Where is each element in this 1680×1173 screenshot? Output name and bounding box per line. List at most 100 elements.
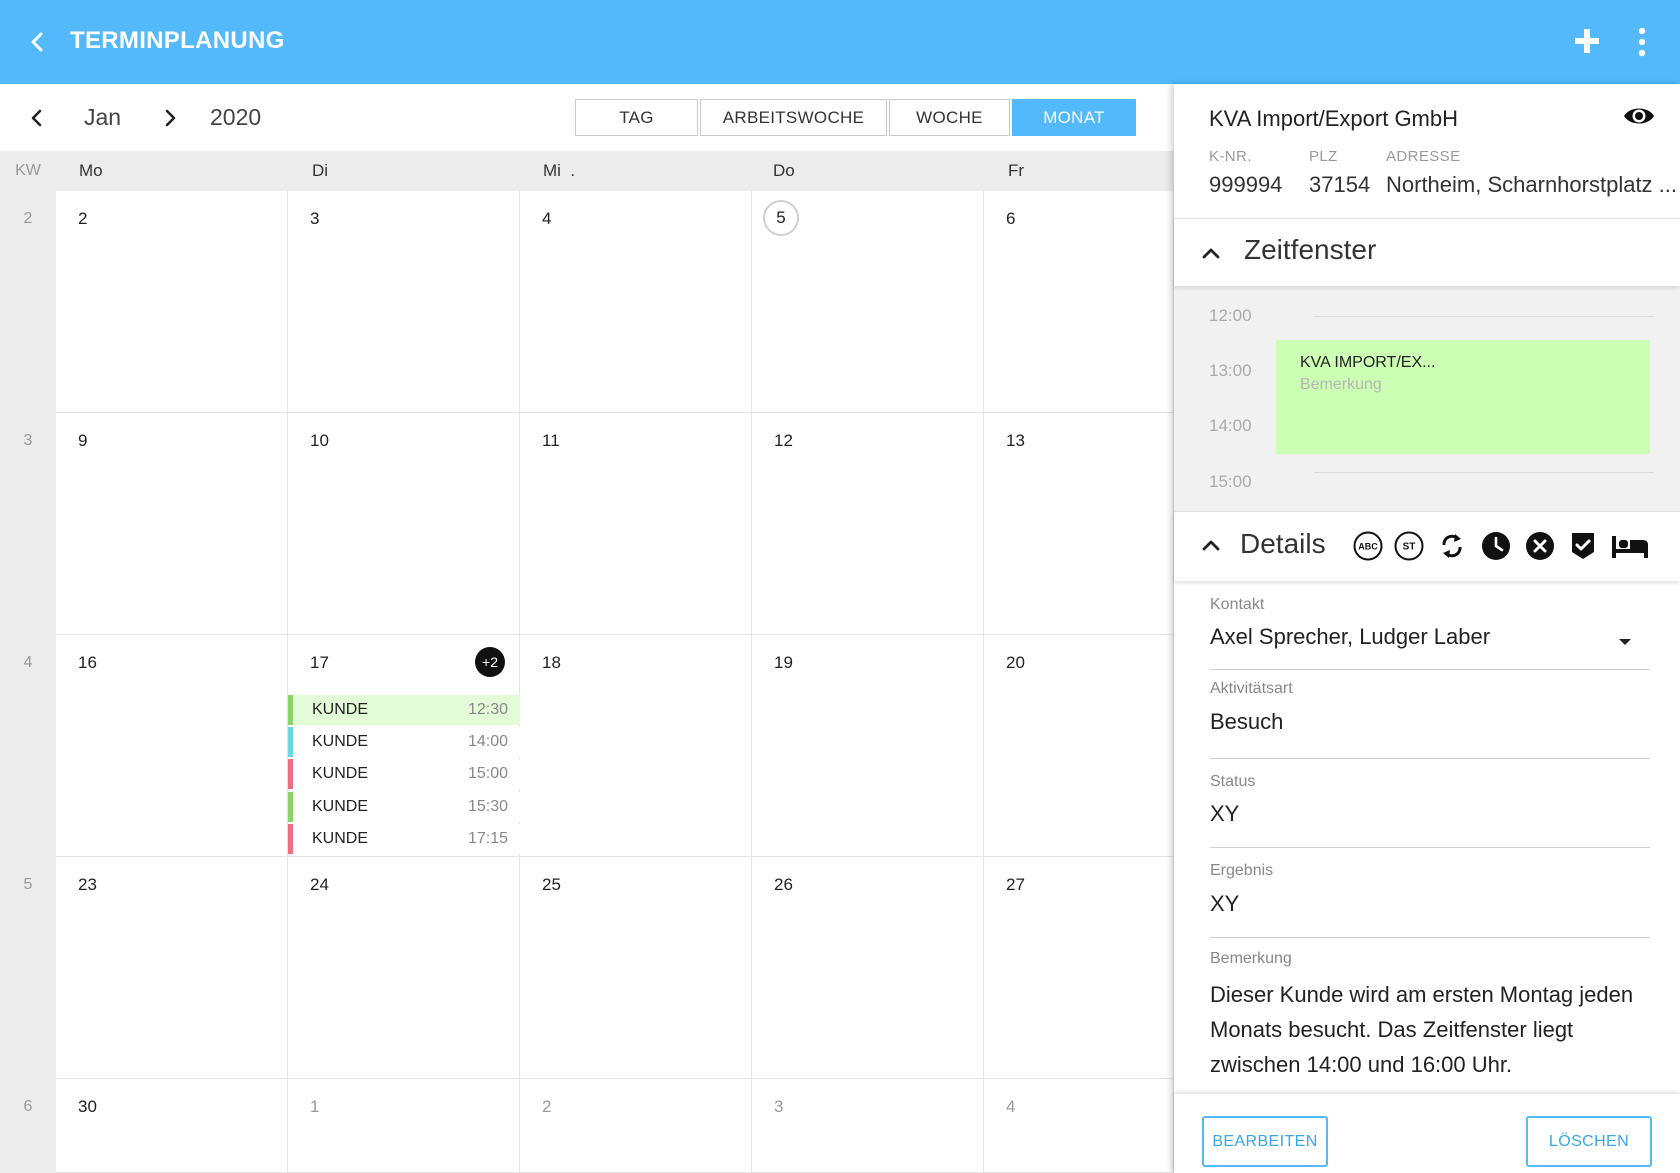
day-number: 24 (310, 875, 329, 894)
note-text[interactable]: Dieser Kunde wird am ersten Montag jeden… (1210, 977, 1650, 1082)
activity-type-value[interactable]: Besuch (1210, 709, 1283, 735)
verified-icon[interactable] (1567, 530, 1599, 562)
add-button[interactable] (1570, 24, 1604, 58)
appointment-detail-panel: KVA Import/Export GmbH K-NR. PLZ ADRESSE… (1174, 84, 1680, 1173)
kw-number: 5 (23, 876, 33, 893)
customer-number: 999994 (1209, 172, 1283, 197)
event-item[interactable]: KUNDE 15:00 (288, 759, 520, 790)
cancel-icon[interactable] (1524, 530, 1556, 562)
day-number: 11 (542, 431, 560, 450)
delete-button[interactable]: LÖSCHEN (1526, 1116, 1652, 1167)
edit-button[interactable]: BEARBEITEN (1202, 1116, 1328, 1167)
day-cell[interactable]: 24 (288, 857, 520, 1079)
address-label: ADRESSE (1386, 148, 1461, 165)
field-underline (1210, 847, 1650, 848)
month-label: Jan (84, 104, 122, 130)
weekday-mo: Mo (79, 161, 103, 180)
day-cell[interactable]: 23 (56, 857, 288, 1079)
event-item[interactable]: KUNDE 17:15 (288, 823, 520, 854)
st-icon[interactable]: ST (1393, 530, 1425, 562)
day-number: 2 (542, 1097, 552, 1116)
day-number: 2 (78, 209, 88, 228)
more-menu-button[interactable] (1628, 22, 1656, 62)
dropdown-arrow-icon[interactable] (1615, 632, 1635, 652)
day-cell[interactable]: 11 (520, 413, 752, 635)
event-item[interactable]: KUNDE 15:30 (288, 791, 520, 822)
result-value[interactable]: XY (1210, 891, 1239, 917)
next-month-button[interactable] (155, 101, 185, 135)
day-cell[interactable]: 2 (56, 191, 288, 413)
view-button[interactable] (1622, 102, 1656, 130)
day-cell-selected[interactable]: 17 +2 KUNDE 12:30 KUNDE 14:00 KUNDE 15:00 KUND… (288, 635, 520, 857)
day-cell-today[interactable]: 5 (752, 191, 984, 413)
company-name: KVA Import/Export GmbH (1209, 106, 1459, 131)
day-cell[interactable]: 10 (288, 413, 520, 635)
kw-number: 6 (23, 1098, 33, 1115)
day-cell[interactable]: 26 (752, 857, 984, 1079)
day-cell[interactable]: 25 (520, 857, 752, 1079)
day-cell[interactable]: 4 (520, 191, 752, 413)
event-time: 17:15 (467, 829, 508, 847)
contact-select[interactable]: Axel Sprecher, Ludger Laber (1210, 624, 1490, 650)
day-cell-other-month[interactable]: 3 (752, 1079, 984, 1173)
day-cell[interactable]: 20 (984, 635, 1174, 857)
app-title: TERMINPLANUNG (70, 27, 285, 54)
time-window-event[interactable]: KVA IMPORT/EX... Bemerkung (1276, 340, 1650, 454)
event-title: KVA IMPORT/EX... (1300, 354, 1436, 371)
clock-icon[interactable] (1480, 530, 1512, 562)
kw-number: 4 (23, 654, 33, 671)
more-events-badge[interactable]: +2 (475, 647, 505, 677)
tab-day[interactable]: TAG (575, 99, 698, 136)
day-cell[interactable]: 9 (56, 413, 288, 635)
tab-workweek[interactable]: ARBEITSWOCHE (700, 99, 887, 136)
day-number: 10 (310, 431, 329, 450)
day-number: 17 (310, 653, 329, 672)
activity-type-label: Aktivitätsart (1210, 680, 1293, 697)
result-label: Ergebnis (1210, 862, 1274, 879)
collapse-details-button[interactable] (1198, 532, 1224, 558)
day-number: 25 (542, 875, 561, 894)
zeitfenster-header: Zeitfenster (1174, 218, 1680, 286)
day-cell[interactable]: 19 (752, 635, 984, 857)
day-number: 26 (774, 875, 793, 894)
weekday-mi: Mi . (543, 161, 576, 180)
chevron-up-icon (1202, 248, 1220, 259)
day-cell[interactable]: 3 (288, 191, 520, 413)
day-cell[interactable]: 27 (984, 857, 1174, 1079)
day-cell[interactable]: 18 (520, 635, 752, 857)
calendar-header: KW Mo Di Mi . Do Fr (0, 151, 1174, 191)
plus-icon (1575, 29, 1599, 53)
tab-week[interactable]: WOCHE (889, 99, 1010, 136)
back-button[interactable] (22, 26, 52, 58)
time-gridline (1314, 472, 1654, 473)
day-cell[interactable]: 30 (56, 1079, 288, 1173)
day-cell[interactable]: 13 (984, 413, 1174, 635)
kw-number: 3 (23, 432, 33, 449)
contact-label: Kontakt (1210, 596, 1265, 613)
tab-month[interactable]: MONAT (1012, 99, 1136, 136)
status-value[interactable]: XY (1210, 801, 1239, 827)
abc-icon[interactable]: ABC (1352, 530, 1384, 562)
event-item[interactable]: KUNDE 14:00 (288, 727, 520, 758)
day-cell-other-month[interactable]: 4 (984, 1079, 1174, 1173)
day-cell[interactable]: 16 (56, 635, 288, 857)
day-number: 1 (310, 1097, 320, 1116)
previous-month-button[interactable] (22, 101, 52, 135)
today-indicator: 5 (763, 200, 799, 236)
event-label: KUNDE (312, 733, 369, 751)
day-number: 20 (1006, 653, 1025, 672)
day-cell[interactable]: 6 (984, 191, 1174, 413)
view-switcher: TAG ARBEITSWOCHE WOCHE MONAT (575, 99, 1138, 136)
event-label: KUNDE (312, 701, 369, 718)
customer-number-label: K-NR. (1209, 148, 1252, 165)
day-cell[interactable]: 12 (752, 413, 984, 635)
event-color-bar (288, 695, 293, 725)
event-item[interactable]: KUNDE 12:30 (288, 695, 520, 725)
time-label: 13:00 (1209, 361, 1252, 380)
collapse-zeitfenster-button[interactable] (1198, 240, 1224, 266)
chevron-left-icon (31, 32, 43, 52)
day-cell-other-month[interactable]: 1 (288, 1079, 520, 1173)
bed-icon[interactable] (1610, 530, 1650, 562)
sync-icon[interactable] (1436, 530, 1468, 562)
day-cell-other-month[interactable]: 2 (520, 1079, 752, 1173)
